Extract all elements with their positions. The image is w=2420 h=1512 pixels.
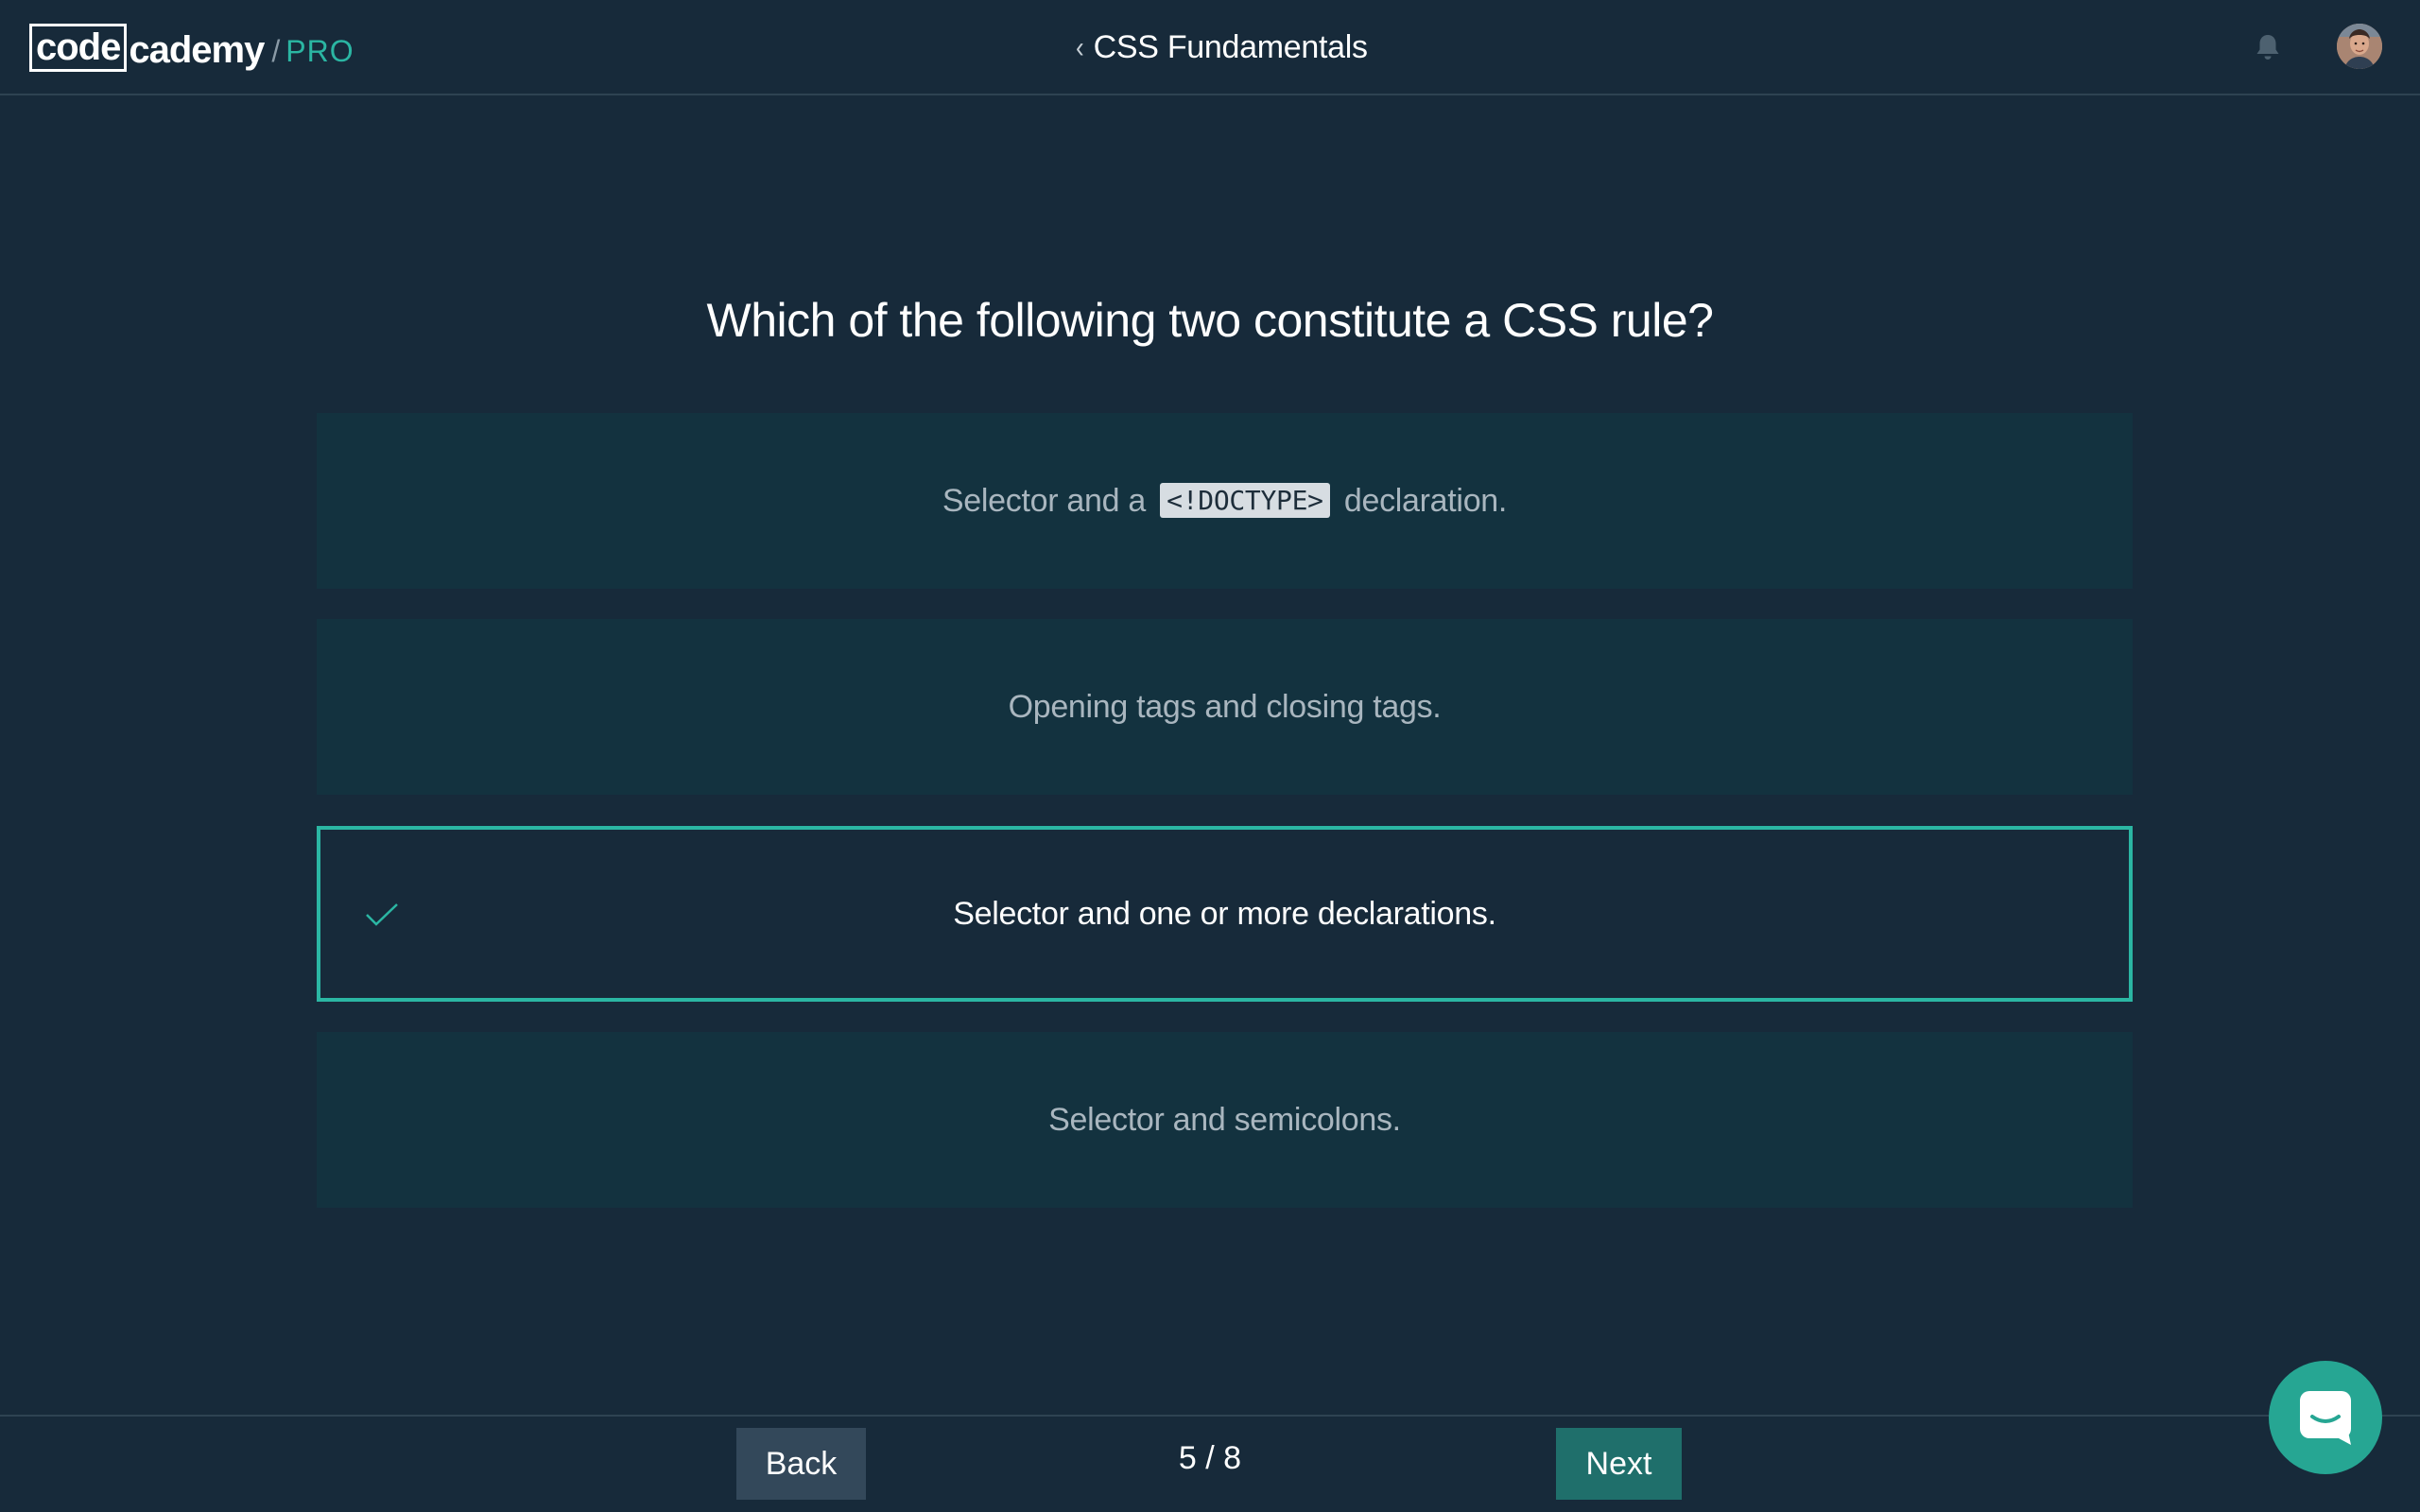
bell-icon[interactable] xyxy=(2253,32,2283,62)
checkmark-icon xyxy=(366,903,398,926)
logo-cademy-text: cademy xyxy=(129,29,265,71)
answer-option-1[interactable]: Selector and a <!DOCTYPE> declaration. xyxy=(317,413,2133,589)
answer-option-text: Selector and a <!DOCTYPE> declaration. xyxy=(942,482,1508,520)
user-avatar-icon xyxy=(2337,24,2382,69)
codecademy-pro-logo[interactable]: code cademy / PRO xyxy=(29,24,354,72)
course-title: CSS Fundamentals xyxy=(1093,28,1368,65)
question-progress: 5 / 8 xyxy=(1178,1440,1242,1476)
avatar[interactable] xyxy=(2337,24,2382,69)
chevron-left-icon: ‹ xyxy=(1076,29,1084,64)
answer-option-suffix: declaration. xyxy=(1343,482,1508,519)
next-button[interactable]: Next xyxy=(1556,1428,1682,1500)
chat-bubble-icon xyxy=(2300,1391,2351,1445)
answer-option-text: Selector and one or more declarations. xyxy=(953,895,1496,932)
quiz-question: Which of the following two constitute a … xyxy=(706,294,1714,347)
answer-option-2[interactable]: Opening tags and closing tags. xyxy=(317,619,2133,795)
answer-option-text: Opening tags and closing tags. xyxy=(1008,688,1442,725)
app: code cademy / PRO ‹ CSS Fundamentals Whi… xyxy=(0,0,2420,1512)
answer-option-3-selected[interactable]: Selector and one or more declarations. xyxy=(317,826,2133,1002)
course-back-link[interactable]: ‹ CSS Fundamentals xyxy=(1076,25,1368,70)
top-header: code cademy / PRO ‹ CSS Fundamentals xyxy=(0,0,2420,95)
logo-pro-label: PRO xyxy=(285,34,354,68)
logo-code-box: code xyxy=(29,24,128,72)
answer-option-4[interactable]: Selector and semicolons. xyxy=(317,1032,2133,1208)
answer-option-prefix: Selector and a xyxy=(942,482,1146,519)
back-button[interactable]: Back xyxy=(736,1428,866,1500)
answer-option-text: Selector and semicolons. xyxy=(1048,1101,1401,1138)
logo-slash: / xyxy=(271,34,281,68)
chat-support-button[interactable] xyxy=(2269,1361,2382,1474)
code-snippet: <!DOCTYPE> xyxy=(1160,482,1330,518)
